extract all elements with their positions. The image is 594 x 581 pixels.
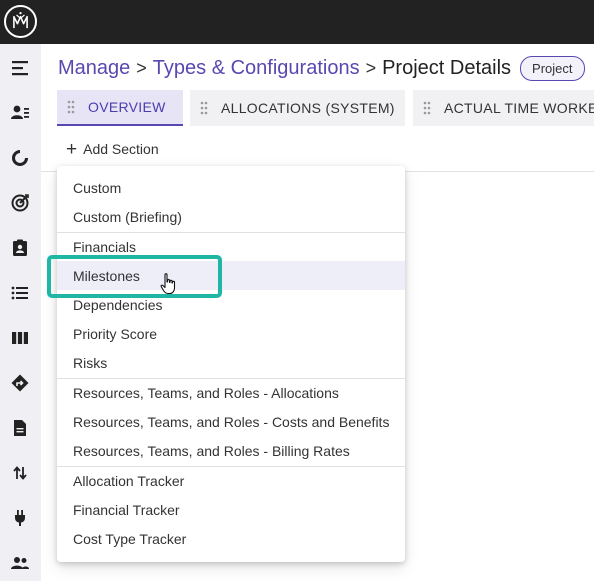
list-icon[interactable] bbox=[10, 283, 30, 303]
swap-vertical-icon[interactable] bbox=[10, 463, 30, 483]
type-badge: Project bbox=[520, 55, 585, 81]
hand-pointer-icon bbox=[160, 273, 178, 295]
menu-item-rtr-billing-rates[interactable]: Resources, Teams, and Roles - Billing Ra… bbox=[57, 436, 405, 465]
menu-item-risks[interactable]: Risks bbox=[57, 348, 405, 377]
breadcrumb-separator: > bbox=[136, 57, 147, 78]
drag-handle-icon[interactable] bbox=[423, 101, 431, 115]
sidebar bbox=[0, 44, 41, 581]
add-section-label: Add Section bbox=[83, 141, 159, 157]
mm-logo-icon[interactable] bbox=[4, 5, 37, 38]
tab-label: OVERVIEW bbox=[88, 99, 166, 115]
tab-label: ALLOCATIONS (SYSTEM) bbox=[221, 100, 395, 116]
top-bar bbox=[0, 0, 594, 44]
menu-item-custom[interactable]: Custom bbox=[57, 173, 405, 202]
tab-overview[interactable]: OVERVIEW bbox=[57, 90, 183, 126]
plus-icon: + bbox=[66, 138, 78, 160]
tab-actual-time-worked[interactable]: ACTUAL TIME WORKED bbox=[413, 90, 594, 126]
contact-clipboard-icon[interactable] bbox=[10, 238, 30, 258]
plug-icon[interactable] bbox=[10, 508, 30, 528]
menu-item-rtr-costs-benefits[interactable]: Resources, Teams, and Roles - Costs and … bbox=[57, 407, 405, 436]
menu-item-cost-type-tracker[interactable]: Cost Type Tracker bbox=[57, 524, 405, 553]
menu-item-rtr-allocations[interactable]: Resources, Teams, and Roles - Allocation… bbox=[57, 378, 405, 407]
menu-item-priority-score[interactable]: Priority Score bbox=[57, 319, 405, 348]
add-section-button[interactable]: + Add Section bbox=[66, 138, 159, 160]
breadcrumb-manage-link[interactable]: Manage bbox=[58, 57, 130, 80]
menu-item-custom-briefing[interactable]: Custom (Briefing) bbox=[57, 202, 405, 231]
menu-item-allocation-tracker[interactable]: Allocation Tracker bbox=[57, 466, 405, 495]
breadcrumb: Manage > Types & Configurations > Projec… bbox=[58, 55, 585, 81]
section-tabs: OVERVIEW ALLOCATIONS (SYSTEM) ACTUAL TIM… bbox=[57, 88, 594, 127]
highlight-outline bbox=[47, 255, 222, 298]
target-icon[interactable] bbox=[10, 193, 30, 213]
directions-icon[interactable] bbox=[10, 373, 30, 393]
tab-allocations-system[interactable]: ALLOCATIONS (SYSTEM) bbox=[190, 90, 405, 126]
drag-handle-icon[interactable] bbox=[67, 100, 75, 114]
progress-icon[interactable] bbox=[10, 148, 30, 168]
page-title: Project Details bbox=[382, 56, 512, 79]
breadcrumb-types-configurations-link[interactable]: Types & Configurations bbox=[153, 57, 360, 80]
document-icon[interactable] bbox=[10, 418, 30, 438]
drag-handle-icon[interactable] bbox=[200, 101, 208, 115]
add-section-dropdown-menu: Custom Custom (Briefing) Financials Mile… bbox=[57, 166, 405, 562]
board-columns-icon[interactable] bbox=[10, 328, 30, 348]
breadcrumb-separator: > bbox=[365, 57, 377, 78]
menu-collapse-icon[interactable] bbox=[10, 58, 30, 78]
user-list-icon[interactable] bbox=[10, 103, 30, 123]
tab-label: ACTUAL TIME WORKED bbox=[444, 100, 594, 116]
menu-item-financial-tracker[interactable]: Financial Tracker bbox=[57, 495, 405, 524]
people-icon[interactable] bbox=[10, 553, 30, 573]
